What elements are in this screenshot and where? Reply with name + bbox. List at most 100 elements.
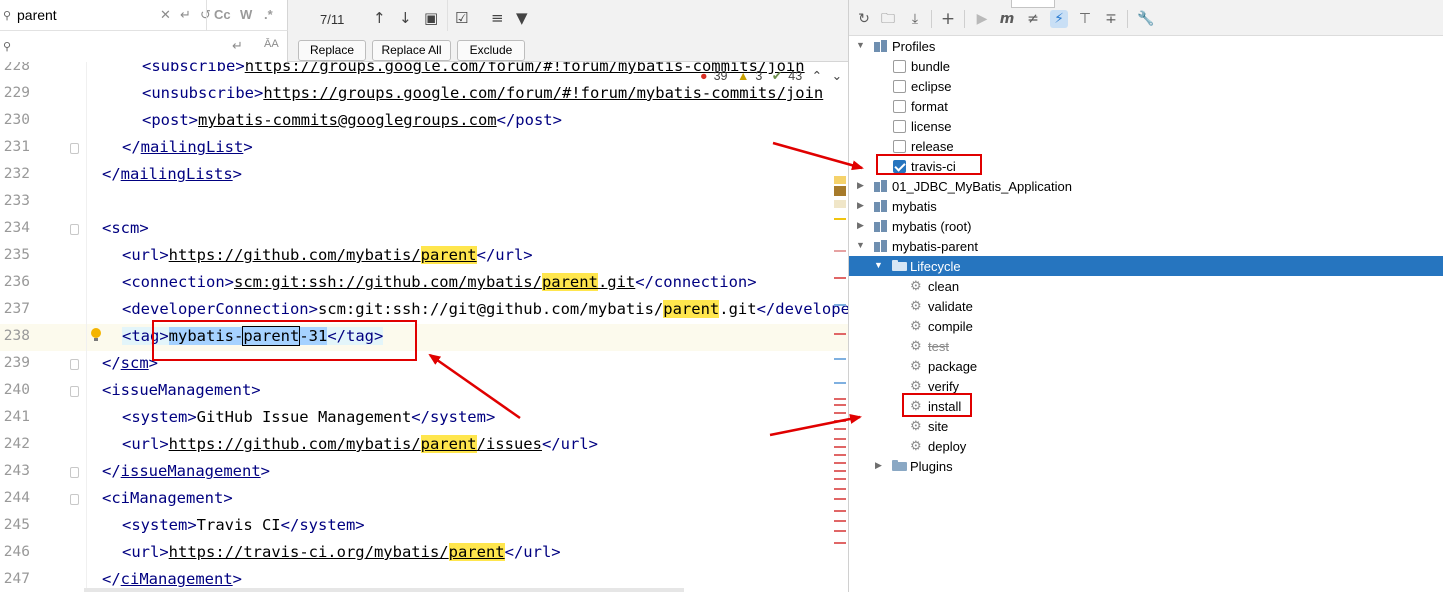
- code-line[interactable]: 238 <tag>mybatis-parent-31</tag>: [0, 324, 848, 351]
- code-text[interactable]: <url>https://travis-ci.org/mybatis/paren…: [122, 543, 561, 561]
- search-input[interactable]: parent: [17, 7, 57, 23]
- error-stripe[interactable]: [832, 0, 848, 592]
- replace-button[interactable]: Replace: [298, 40, 366, 61]
- tree-node-module[interactable]: ▶ 01_JDBC_MyBatis_Application: [849, 176, 1443, 196]
- offline-mode-icon[interactable]: ⚡: [1050, 10, 1068, 28]
- preserve-case-icon[interactable]: ĀA: [264, 38, 279, 50]
- code-text[interactable]: <post>mybatis-commits@googlegroups.com</…: [142, 111, 562, 129]
- maven-projects-tree[interactable]: ▼ Profiles bundle eclipse format license…: [849, 36, 1443, 592]
- exclude-button[interactable]: Exclude: [457, 40, 525, 61]
- code-text[interactable]: <system>GitHub Issue Management</system>: [122, 408, 495, 426]
- code-text[interactable]: <ciManagement>: [102, 489, 233, 507]
- code-line[interactable]: 241 <system>GitHub Issue Management</syst…: [0, 405, 848, 432]
- tree-node-module[interactable]: ▶ mybatis: [849, 196, 1443, 216]
- profile-item[interactable]: license: [849, 116, 1443, 136]
- code-line[interactable]: 246 <url>https://travis-ci.org/mybatis/pa…: [0, 540, 848, 567]
- line-number[interactable]: 247: [0, 571, 30, 587]
- tree-node-profiles[interactable]: ▼ Profiles: [849, 36, 1443, 56]
- lifecycle-goal[interactable]: ⚙ package: [849, 356, 1443, 376]
- filter-icon[interactable]: ▼: [516, 9, 528, 27]
- code-line[interactable]: 237 <developerConnection>scm:git:ssh://gi…: [0, 297, 848, 324]
- search-field[interactable]: ⚲ parent ✕ ↵ ↺ Cc W .*: [0, 0, 288, 31]
- settings-wrench-icon[interactable]: 🔧: [1137, 10, 1155, 28]
- arrow-up-icon[interactable]: ↑: [373, 9, 386, 27]
- profile-item[interactable]: bundle: [849, 56, 1443, 76]
- inspection-widget[interactable]: ● 39 ▲ 3 ✔ 43 ⌃ ⌄: [700, 68, 848, 88]
- fold-toggle-icon[interactable]: [70, 359, 79, 370]
- code-line[interactable]: 243 </issueManagement>: [0, 459, 848, 486]
- replace-search-icon[interactable]: ⚲: [3, 40, 15, 53]
- profile-checkbox[interactable]: [893, 100, 906, 113]
- lifecycle-goal[interactable]: ⚙ deploy: [849, 436, 1443, 456]
- code-line[interactable]: 239 </scm>: [0, 351, 848, 378]
- line-number[interactable]: 235: [0, 247, 30, 263]
- code-line[interactable]: 230 <post>mybatis-commits@googlegroups.co…: [0, 108, 848, 135]
- code-editor[interactable]: 228 <subscribe>https://groups.google.com/…: [0, 0, 848, 592]
- prev-highlight-icon[interactable]: ⌃: [812, 69, 822, 83]
- code-text[interactable]: </issueManagement>: [102, 462, 270, 480]
- chevron-down-icon[interactable]: ▼: [874, 260, 884, 270]
- chevron-down-icon[interactable]: ▼: [856, 40, 866, 50]
- profile-checkbox[interactable]: [893, 60, 906, 73]
- profile-item[interactable]: release: [849, 136, 1443, 156]
- line-number[interactable]: 230: [0, 112, 30, 128]
- code-line[interactable]: 245 <system>Travis CI</system>: [0, 513, 848, 540]
- replace-field[interactable]: ⚲ ↵ ĀA: [0, 31, 288, 62]
- line-number[interactable]: 234: [0, 220, 30, 236]
- line-number[interactable]: 245: [0, 517, 30, 533]
- code-text[interactable]: <connection>scm:git:ssh://github.com/myb…: [122, 273, 757, 291]
- expand-all-icon[interactable]: ⊤: [1076, 10, 1094, 28]
- tree-node-module[interactable]: ▼ mybatis-parent: [849, 236, 1443, 256]
- collapse-all-icon[interactable]: ∓: [1102, 10, 1120, 28]
- lightbulb-icon[interactable]: [90, 328, 102, 342]
- code-line[interactable]: 231 </mailingList>: [0, 135, 848, 162]
- line-number[interactable]: 236: [0, 274, 30, 290]
- line-number[interactable]: 243: [0, 463, 30, 479]
- lifecycle-goal[interactable]: ⚙ site: [849, 416, 1443, 436]
- line-number[interactable]: 242: [0, 436, 30, 452]
- lifecycle-goal[interactable]: ⚙ compile: [849, 316, 1443, 336]
- code-text[interactable]: </scm>: [102, 354, 158, 372]
- profile-item[interactable]: eclipse: [849, 76, 1443, 96]
- tree-node-plugins[interactable]: ▶ Plugins: [849, 456, 1443, 476]
- arrow-down-icon[interactable]: ↓: [399, 9, 412, 27]
- code-text[interactable]: </ciManagement>: [102, 570, 242, 588]
- line-number[interactable]: 239: [0, 355, 30, 371]
- line-number[interactable]: 241: [0, 409, 30, 425]
- line-number[interactable]: 237: [0, 301, 30, 317]
- profile-item[interactable]: format: [849, 96, 1443, 116]
- line-number[interactable]: 231: [0, 139, 30, 155]
- code-area[interactable]: 228 <subscribe>https://groups.google.com/…: [0, 0, 848, 592]
- words-toggle[interactable]: W: [240, 7, 252, 22]
- chevron-right-icon[interactable]: ▶: [857, 200, 867, 210]
- code-line[interactable]: 242 <url>https://github.com/mybatis/paren…: [0, 432, 848, 459]
- code-line[interactable]: 244 <ciManagement>: [0, 486, 848, 513]
- fold-toggle-icon[interactable]: [70, 386, 79, 397]
- code-line[interactable]: 232 </mailingLists>: [0, 162, 848, 189]
- line-number[interactable]: 246: [0, 544, 30, 560]
- reload-icon[interactable]: ↻: [855, 10, 873, 28]
- profile-checkbox[interactable]: [893, 140, 906, 153]
- code-text[interactable]: <system>Travis CI</system>: [122, 516, 365, 534]
- tree-node-lifecycle[interactable]: ▼ Lifecycle: [849, 256, 1443, 276]
- code-line[interactable]: 233: [0, 189, 848, 216]
- line-number[interactable]: 238: [0, 328, 30, 344]
- line-number[interactable]: 229: [0, 85, 30, 101]
- download-icon[interactable]: ⤓: [906, 10, 924, 28]
- fold-toggle-icon[interactable]: [70, 143, 79, 154]
- run-icon[interactable]: ▶: [973, 10, 991, 28]
- fold-toggle-icon[interactable]: [70, 494, 79, 505]
- chevron-down-icon[interactable]: ▼: [856, 240, 866, 250]
- lifecycle-goal[interactable]: ⚙ validate: [849, 296, 1443, 316]
- profile-checkbox[interactable]: [893, 80, 906, 93]
- code-text[interactable]: <scm>: [102, 219, 149, 237]
- code-line[interactable]: 236 <connection>scm:git:ssh://github.com/…: [0, 270, 848, 297]
- regex-toggle[interactable]: .*: [264, 7, 273, 22]
- line-number[interactable]: 240: [0, 382, 30, 398]
- line-number[interactable]: 232: [0, 166, 30, 182]
- add-folder-icon[interactable]: 🗀: [879, 10, 897, 28]
- execute-goal-icon[interactable]: m: [998, 10, 1016, 28]
- code-line[interactable]: 234 <scm>: [0, 216, 848, 243]
- line-number[interactable]: 244: [0, 490, 30, 506]
- tree-node-module[interactable]: ▶ mybatis (root): [849, 216, 1443, 236]
